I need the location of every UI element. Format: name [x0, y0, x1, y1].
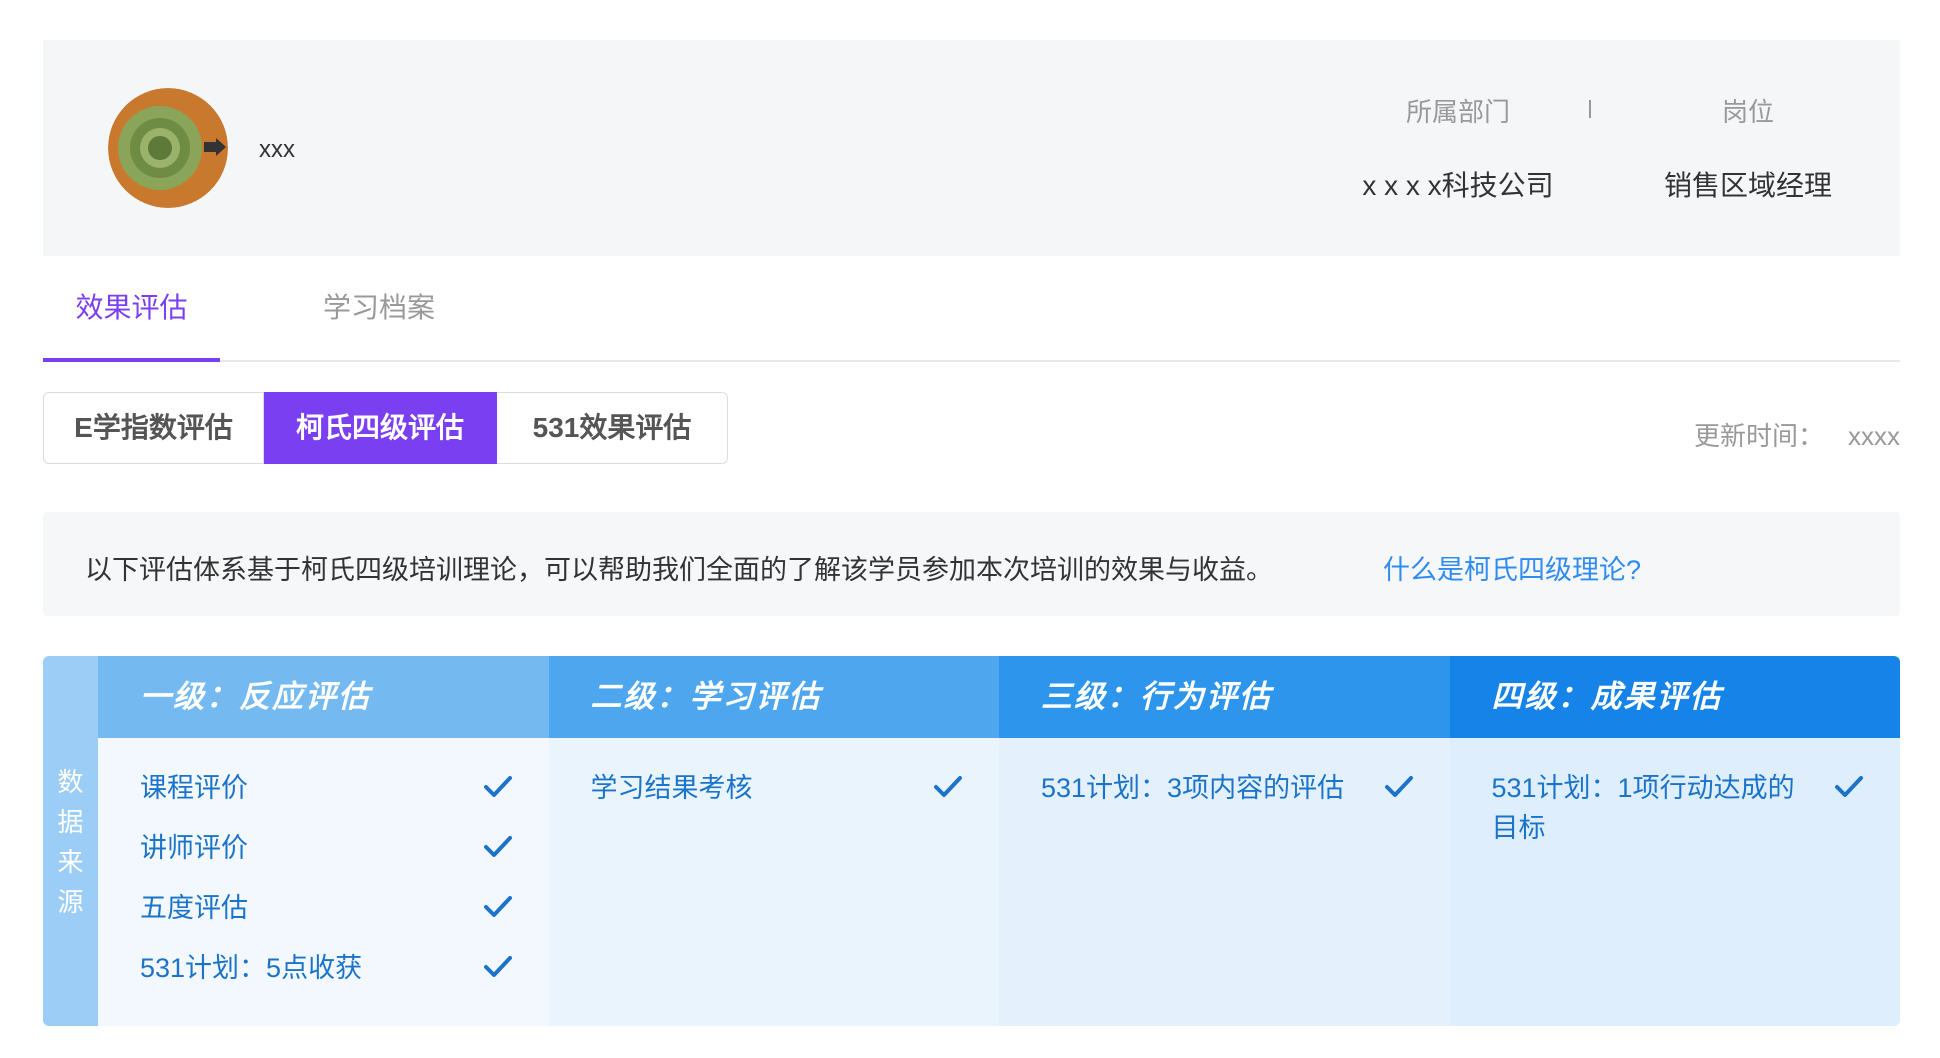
list-item: 531计划：3项内容的评估 — [1041, 768, 1414, 808]
level-title: 三级：行为评估 — [999, 656, 1450, 738]
meta-divider — [1589, 100, 1591, 118]
segment-e-learning-index[interactable]: E学指数评估 — [43, 392, 264, 464]
level-title: 四级：成果评估 — [1449, 656, 1900, 738]
item-label: 五度评估 — [140, 893, 248, 923]
main-tabs: 效果评估 学习档案 — [43, 256, 1900, 362]
item-label: 531计划：5点收获 — [140, 953, 363, 983]
tab-effect-evaluation[interactable]: 效果评估 — [43, 256, 220, 362]
position-value: 销售区域经理 — [1663, 170, 1832, 201]
item-label: 531计划：3项内容的评估 — [1041, 773, 1345, 803]
department-label: 所属部门 — [1405, 97, 1510, 127]
list-item: 讲师评价 — [140, 828, 513, 868]
check-icon — [483, 896, 512, 917]
check-icon — [934, 776, 962, 797]
list-item: 学习结果考核 — [591, 768, 964, 808]
item-label: 课程评价 — [140, 773, 248, 803]
kirkpatrick-help-link[interactable]: 什么是柯氏四级理论? — [1383, 548, 1641, 587]
position-label: 岗位 — [1721, 97, 1774, 127]
check-icon — [1384, 776, 1413, 797]
data-source-label: 数据来源 — [57, 767, 84, 917]
check-icon — [483, 776, 512, 797]
level-title: 一级：反应评估 — [98, 656, 549, 738]
info-banner: 以下评估体系基于柯氏四级培训理论，可以帮助我们全面的了解该学员参加本次培训的效果… — [43, 512, 1900, 616]
level-title: 二级：学习评估 — [548, 656, 999, 738]
avatar — [108, 88, 228, 208]
user-name: xxx — [259, 136, 295, 163]
level-1-column: 一级：反应评估 课程评价 讲师评价 五度评估 531计划：5点收获 — [98, 656, 549, 1026]
item-label: 讲师评价 — [140, 833, 248, 863]
update-time: 更新时间： xxxx — [1694, 416, 1900, 453]
department-value: x x x x科技公司 — [1362, 170, 1554, 201]
evaluation-type-selector: E学指数评估 柯氏四级评估 531效果评估 — [43, 392, 728, 464]
item-label: 531计划：1项行动达成的目标 — [1491, 773, 1795, 843]
update-time-label: 更新时间： — [1693, 421, 1824, 451]
item-label: 学习结果考核 — [590, 773, 753, 803]
level-4-column: 四级：成果评估 531计划：1项行动达成的目标 — [1449, 656, 1900, 1026]
update-time-value: xxxx — [1848, 421, 1900, 451]
tab-learning-archive[interactable]: 学习档案 — [319, 256, 439, 360]
segment-kirkpatrick[interactable]: 柯氏四级评估 — [264, 392, 497, 464]
check-icon — [483, 956, 512, 977]
check-icon — [1835, 776, 1863, 797]
kirkpatrick-table: 数据来源 一级：反应评估 课程评价 讲师评价 五度评估 531计划：5点收获 二… — [43, 656, 1900, 1026]
list-item: 课程评价 — [140, 768, 513, 808]
level-2-column: 二级：学习评估 学习结果考核 — [548, 656, 999, 1026]
segment-531-evaluation[interactable]: 531效果评估 — [497, 392, 728, 464]
list-item: 531计划：5点收获 — [140, 948, 513, 988]
level-3-column: 三级：行为评估 531计划：3项内容的评估 — [999, 656, 1450, 1026]
profile-header: xxx 所属部门 岗位 x x x x科技公司 销售区域经理 — [43, 40, 1900, 256]
list-item: 五度评估 — [140, 888, 513, 928]
list-item: 531计划：1项行动达成的目标 — [1492, 768, 1865, 848]
check-icon — [483, 836, 512, 857]
data-source-column: 数据来源 — [43, 656, 98, 1026]
banner-text: 以下评估体系基于柯氏四级培训理论，可以帮助我们全面的了解该学员参加本次培训的效果… — [85, 555, 1273, 585]
